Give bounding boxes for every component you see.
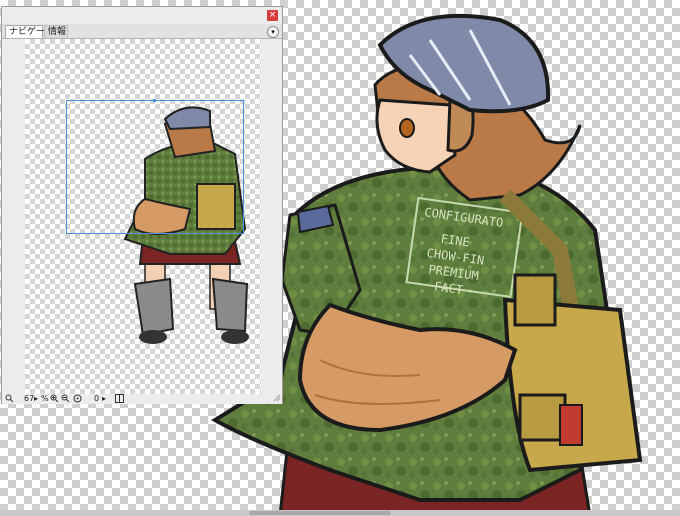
navigator-palette: × ナビゲータ 情報 ▾ 67 ▸ % 0 ▸ xyxy=(1,6,283,404)
zoom-value[interactable]: 67 xyxy=(24,394,34,404)
view-area-frame[interactable] xyxy=(66,99,244,234)
rotation-dropdown-arrow-icon[interactable]: ▸ xyxy=(102,394,106,404)
rotate-reset-icon[interactable] xyxy=(73,394,82,403)
close-button[interactable]: × xyxy=(267,10,278,21)
scrollbar-thumb[interactable] xyxy=(250,511,390,515)
bag-tag xyxy=(559,404,583,446)
palette-menu-button[interactable]: ▾ xyxy=(267,26,279,38)
zoom-dropdown-arrow-icon[interactable]: ▸ xyxy=(34,394,38,404)
view-area-handle[interactable] xyxy=(153,99,156,102)
resize-grip-icon[interactable] xyxy=(273,394,281,402)
palette-tabbar: ナビゲータ 情報 ▾ xyxy=(2,24,282,39)
rotation-value[interactable]: 0 xyxy=(94,394,99,404)
palette-titlebar[interactable]: × xyxy=(2,7,282,24)
horizontal-scrollbar[interactable] xyxy=(0,510,680,516)
tab-navigator[interactable]: ナビゲータ xyxy=(5,25,54,38)
zoom-in-icon[interactable] xyxy=(50,394,59,403)
face xyxy=(375,98,457,174)
navigator-toolbar: 67 ▸ % 0 ▸ xyxy=(2,394,282,404)
navigator-preview[interactable] xyxy=(25,39,261,395)
tab-info[interactable]: 情報 xyxy=(44,25,68,38)
flip-view-icon[interactable] xyxy=(115,394,124,403)
zoom-percent-icon: % xyxy=(41,394,49,403)
eye xyxy=(399,118,415,138)
zoom-tool-icon[interactable] xyxy=(5,394,14,403)
zoom-out-icon[interactable] xyxy=(61,394,70,403)
